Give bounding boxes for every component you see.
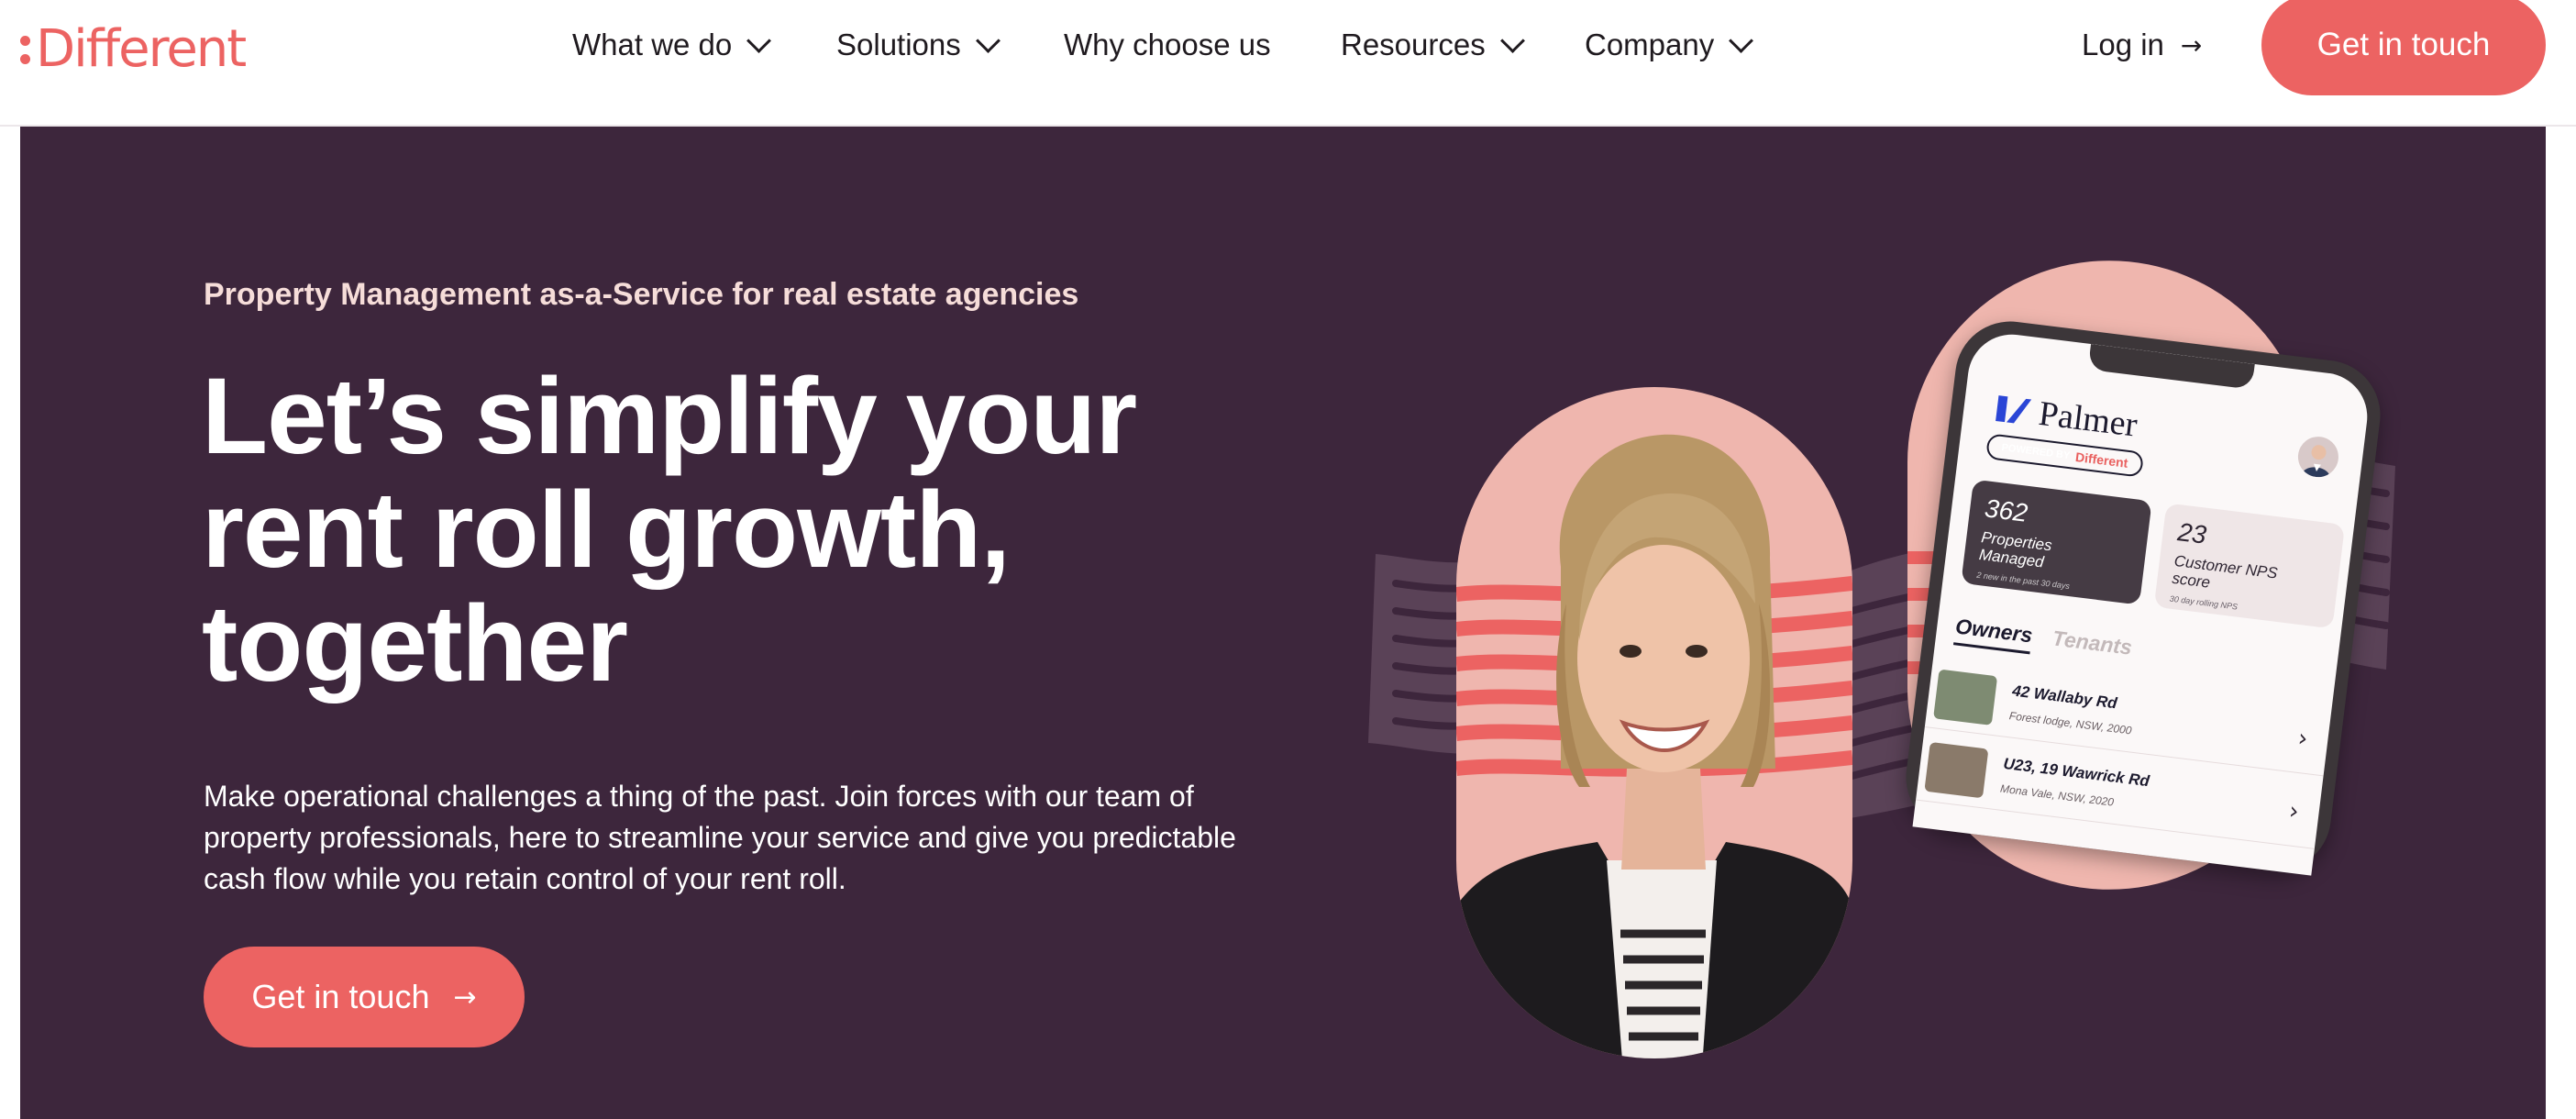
palmer-logo-icon bbox=[1996, 395, 2032, 424]
arrow-right-icon: → bbox=[453, 981, 477, 1014]
different-logo[interactable]: Different bbox=[20, 13, 247, 86]
nav-label: Why choose us bbox=[1064, 28, 1271, 61]
stat-properties-managed: 362 Properties Managed 2 new in the past… bbox=[1961, 479, 2152, 605]
headline-line: Let’s simplify your bbox=[202, 356, 1137, 477]
chevron-down-icon bbox=[975, 28, 1001, 53]
phone-tabs: Owners Tenants bbox=[1952, 614, 2134, 666]
arrow-right-icon: → bbox=[2180, 29, 2203, 61]
chevron-down-icon bbox=[1729, 28, 1754, 53]
headline-line: together bbox=[202, 583, 628, 704]
property-location: Forest lodge, NSW, 2000 bbox=[2008, 709, 2133, 737]
stat-nps-score: 23 Customer NPS score 30 day rolling NPS bbox=[2153, 503, 2346, 629]
logo-dot bbox=[20, 53, 30, 64]
nav-company[interactable]: Company bbox=[1585, 0, 1754, 90]
nav-why-choose-us[interactable]: Why choose us bbox=[1064, 0, 1271, 90]
logo-wordmark: Different bbox=[36, 19, 247, 79]
chevron-down-icon bbox=[746, 28, 772, 53]
hero-section: Palmer POWERED BY Different 362 Properti… bbox=[20, 127, 2546, 1119]
nav-label: What we do bbox=[572, 28, 733, 61]
stat-label: Customer NPS score bbox=[2171, 551, 2279, 592]
nav-resources[interactable]: Resources bbox=[1341, 0, 1525, 90]
nav-what-we-do[interactable]: What we do bbox=[572, 0, 772, 90]
nav-label: Solutions bbox=[836, 28, 961, 61]
property-title: 42 Wallaby Rd bbox=[2011, 681, 2118, 713]
hero-body: Make operational challenges a thing of t… bbox=[204, 780, 1236, 895]
cta-label: Get in touch bbox=[251, 978, 430, 1015]
nav-label: Resources bbox=[1341, 28, 1486, 61]
chevron-right-icon: › bbox=[2287, 797, 2301, 826]
powered-by-label: POWERED BY bbox=[2000, 442, 2071, 462]
powered-by-brand: Different bbox=[2074, 449, 2129, 471]
stat-sub: 2 new in the past 30 days bbox=[1975, 570, 2071, 592]
logo-dot bbox=[20, 35, 30, 46]
nav-solutions[interactable]: Solutions bbox=[836, 0, 1001, 90]
site-header: Different What we do Solutions Why choos… bbox=[0, 0, 2576, 127]
palmer-name: Palmer bbox=[2036, 393, 2139, 445]
property-location: Mona Vale, NSW, 2020 bbox=[1999, 781, 2115, 809]
get-in-touch-button[interactable]: Get in touch bbox=[2261, 0, 2546, 95]
phone-mockup: Palmer POWERED BY Different 362 Properti… bbox=[1899, 315, 2387, 878]
chevron-right-icon: › bbox=[2296, 724, 2310, 753]
hero-eyebrow: Property Management as-a-Service for rea… bbox=[204, 277, 1079, 312]
login-label: Log in bbox=[2082, 28, 2164, 61]
hero-get-in-touch-button[interactable]: Get in touch → bbox=[204, 947, 525, 1047]
chevron-down-icon bbox=[1499, 28, 1525, 53]
nav-label: Company bbox=[1585, 28, 1715, 61]
tab-tenants[interactable]: Tenants bbox=[2051, 626, 2134, 666]
headline-line: rent roll growth, bbox=[202, 470, 1011, 591]
cta-label: Get in touch bbox=[2316, 27, 2491, 62]
tab-owners[interactable]: Owners bbox=[1952, 614, 2034, 655]
user-avatar-icon bbox=[2301, 445, 2331, 479]
logo-colon-icon bbox=[20, 35, 30, 64]
avatar[interactable] bbox=[2295, 434, 2341, 480]
property-thumbnail bbox=[1924, 741, 1989, 799]
phone-screen: Palmer POWERED BY Different 362 Properti… bbox=[1912, 329, 2372, 876]
login-link[interactable]: Log in → bbox=[2082, 0, 2202, 90]
hero-headline: Let’s simplify your rent roll growth, to… bbox=[202, 360, 1302, 701]
property-thumbnail bbox=[1933, 669, 1998, 726]
stat-label: Properties Managed bbox=[1978, 528, 2053, 571]
stat-sub: 30 day rolling NPS bbox=[2169, 593, 2239, 612]
